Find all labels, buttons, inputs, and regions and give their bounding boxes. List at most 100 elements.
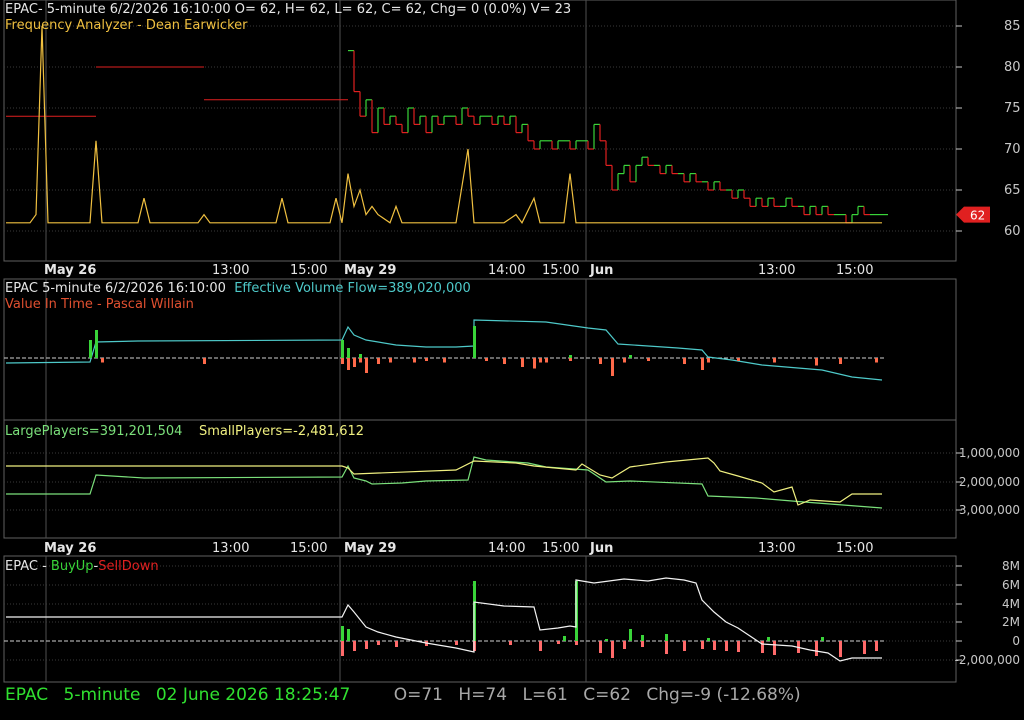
buyup-bar <box>707 638 710 641</box>
vit-bar-positive <box>95 330 98 358</box>
selldown-bar <box>701 641 704 649</box>
selldown-bar <box>623 641 626 649</box>
buyup-bar <box>605 639 608 641</box>
x-axis-label: Jun <box>589 263 613 278</box>
selldown-bar <box>575 641 578 645</box>
vit-bar-negative <box>773 358 776 363</box>
vit-bar-negative <box>341 358 344 364</box>
vit-bar-negative <box>611 358 614 376</box>
selldown-bar <box>377 641 380 645</box>
x-axis-label: May 26 <box>44 263 96 278</box>
vit-bar-negative <box>203 358 206 364</box>
vit-bar-negative <box>815 358 818 366</box>
footer-low: L=61 <box>522 685 568 705</box>
x-axis-label: 13:00 <box>758 263 795 278</box>
vit-bar-negative <box>353 358 356 367</box>
selldown-label: SellDown <box>98 559 159 574</box>
x-axis-label: 13:00 <box>212 263 249 278</box>
vit-bar-positive <box>473 326 476 358</box>
buyup-bar <box>665 634 668 641</box>
selldown-bar <box>839 641 842 657</box>
selldown-bar <box>539 641 542 651</box>
selldown-bar <box>713 641 716 650</box>
footer-interval: 5-minute <box>63 685 141 705</box>
vit-bar-negative <box>413 358 416 363</box>
buyup-bar <box>821 637 824 641</box>
large-players-label: LargePlayers=391,201,504 <box>5 424 183 439</box>
large-players-line <box>6 456 883 509</box>
panel2-subtitle: Value In Time - Pascal Willain <box>5 297 194 312</box>
panel-frame-4 <box>3 555 957 683</box>
buyup-bar <box>767 637 770 641</box>
buyup-bar <box>347 629 350 641</box>
y-tick-label: 1,000,000 <box>959 446 1020 460</box>
y-tick-label: -2,000,000 <box>955 653 1020 667</box>
vit-bar-negative <box>521 358 524 367</box>
selldown-bar <box>773 641 776 655</box>
buyup-bar <box>341 626 344 641</box>
small-players-label: SmallPlayers=-2,481,612 <box>198 424 365 439</box>
selldown-bar <box>815 641 818 656</box>
y-tick-label: 85 <box>1004 19 1021 34</box>
vit-bar-negative <box>359 358 362 363</box>
vit-bar-negative <box>737 358 740 361</box>
vit-bar-negative <box>503 358 506 364</box>
vit-bar-negative <box>101 358 104 363</box>
footer-symbol: EPAC <box>5 685 49 705</box>
x-axis-label: Jun <box>589 541 613 556</box>
vit-bar-positive <box>359 354 362 358</box>
x-axis-label: 15:00 <box>836 541 873 556</box>
vit-bar-positive <box>569 355 572 358</box>
footer-datetime: 02 June 2026 18:25:47 <box>155 685 351 705</box>
vit-bar-negative <box>425 358 428 361</box>
vit-bar-negative <box>377 358 380 364</box>
vit-bar-negative <box>839 358 842 364</box>
x-axis-label: 15:00 <box>542 263 579 278</box>
vit-bar-negative <box>875 358 878 363</box>
vit-bar-positive <box>347 348 350 358</box>
x-axis-label: 13:00 <box>212 541 249 556</box>
vit-bar-negative <box>539 358 542 363</box>
y-tick-label: 8M <box>1002 559 1020 573</box>
selldown-bar <box>509 641 512 645</box>
selldown-bar <box>683 641 686 651</box>
x-axis-label: 15:00 <box>290 541 327 556</box>
flow-label: Effective Volume Flow=389,020,000 <box>234 281 471 296</box>
vit-bar-negative <box>647 358 650 361</box>
y-tick-label: 75 <box>1004 101 1021 116</box>
selldown-bar <box>761 641 764 653</box>
buyup-label: BuyUp <box>50 559 94 574</box>
selldown-bar <box>557 641 560 644</box>
panel-frame-1 <box>3 0 957 262</box>
vit-bar-negative <box>365 358 368 373</box>
selldown-bar <box>737 641 740 652</box>
vit-bar-negative <box>683 358 686 364</box>
footer-high: H=74 <box>458 685 508 705</box>
y-tick-label: 2,000,000 <box>959 475 1020 489</box>
panel1-title: EPAC- 5-minute 6/2/2026 16:10:00 O= 62, … <box>5 2 572 17</box>
x-axis-label: May 29 <box>344 541 396 556</box>
vit-bar-negative <box>701 358 704 370</box>
selldown-bar <box>341 641 344 656</box>
x-axis-label: 15:00 <box>836 263 873 278</box>
x-axis-label: 14:00 <box>488 541 525 556</box>
y-tick-label: 65 <box>1004 183 1021 198</box>
y-tick-label: 60 <box>1004 224 1021 239</box>
x-axis-label: May 26 <box>44 541 96 556</box>
vit-bar-negative <box>443 358 446 363</box>
selldown-bar <box>365 641 368 649</box>
vit-bar-negative <box>347 358 350 370</box>
effective-volume-flow-line <box>5 319 883 381</box>
x-axis-label: 13:00 <box>758 541 795 556</box>
status-footer: EPAC 5-minute 02 June 2026 18:25:47 O=71… <box>5 685 805 705</box>
footer-change: Chg=-9 (-12.68%) <box>646 685 801 705</box>
buyup-bar <box>641 635 644 641</box>
price-tag-label: 62 <box>970 209 985 223</box>
selldown-bar <box>863 641 866 654</box>
x-axis-label: 14:00 <box>488 263 525 278</box>
vit-bar-positive <box>89 340 92 358</box>
panel3-legend: LargePlayers=391,201,504 SmallPlayers=-2… <box>5 424 364 439</box>
chart-canvas: 60 65 70 75 80 85 62 May 26 13:00 15:00 May 29 14:0… <box>3 0 1021 683</box>
vit-bar-positive <box>629 355 632 358</box>
y-tick-label: 80 <box>1004 60 1021 75</box>
